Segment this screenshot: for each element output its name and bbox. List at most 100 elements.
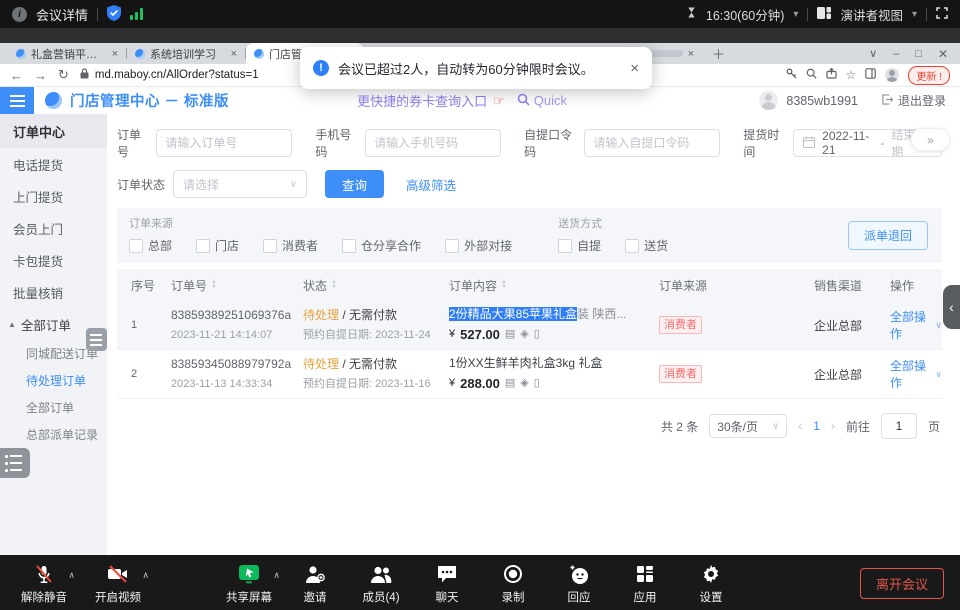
meeting-details-button[interactable]: 会议详情 [36, 5, 88, 24]
sidebar-item-card-pickup[interactable]: 卡包提货 [0, 244, 107, 276]
col-content[interactable]: 订单内容▲▼ [449, 277, 659, 294]
chevron-up-icon[interactable]: ∧ [68, 570, 75, 581]
sidebar-sub-pending-orders[interactable]: 待处理订单 [0, 367, 107, 394]
checkbox-icon[interactable] [445, 239, 459, 253]
share-screen-button[interactable]: 共享屏幕 ∧ [221, 562, 277, 605]
key-icon[interactable] [786, 68, 797, 82]
goto-page-input[interactable] [881, 413, 917, 439]
phone-icon[interactable]: ▯ [534, 326, 540, 343]
gift-box-icon[interactable]: ◈ [520, 375, 528, 392]
browser-tab[interactable]: 礼盒营销平台管理中心 × [8, 43, 126, 64]
prev-page-icon[interactable]: ‹ [798, 419, 802, 433]
settings-button[interactable]: 设置 [683, 562, 739, 605]
chat-button[interactable]: 聊天 [419, 562, 475, 605]
new-tab-button[interactable]: ＋ [702, 43, 735, 64]
browser-tab[interactable]: 系统培训学习 × [127, 43, 245, 64]
sidebar-sub-all-orders[interactable]: 全部订单 [0, 394, 107, 421]
side-panel-icon[interactable] [865, 68, 876, 82]
tab-close-icon[interactable]: × [231, 48, 237, 60]
receipt-icon[interactable]: ▤ [505, 326, 515, 343]
col-order-no[interactable]: 订单号▲▼ [171, 277, 303, 294]
sidebar-item-phone-pickup[interactable]: 电话提货 [0, 148, 107, 180]
browser-update-button[interactable]: 更新 ! [908, 66, 950, 85]
row-actions-dropdown[interactable]: 全部操作 ∨ [890, 308, 942, 342]
apps-button[interactable]: 应用 [617, 562, 673, 605]
sidebar-item-member-visit[interactable]: 会员上门 [0, 212, 107, 244]
view-mode-selector[interactable]: 演讲者视图 [840, 5, 903, 24]
tab-search-icon[interactable]: ∨ [869, 47, 877, 60]
phone-icon[interactable]: ▯ [534, 375, 540, 392]
sidebar-item-door-pickup[interactable]: 上门提货 [0, 180, 107, 212]
leave-meeting-button[interactable]: 离开会议 [860, 568, 944, 599]
current-page[interactable]: 1 [813, 419, 820, 433]
bookmark-star-icon[interactable]: ☆ [846, 68, 857, 82]
page-size-select[interactable]: 30条/页 ∨ [709, 414, 787, 438]
sidebar-drag-handle[interactable] [86, 328, 107, 351]
sort-icon[interactable]: ▲▼ [501, 280, 507, 290]
checkbox-store[interactable]: 门店 [196, 237, 239, 254]
tab-close-icon[interactable]: × [688, 48, 694, 60]
window-close-button[interactable]: ✕ [938, 47, 948, 61]
user-avatar[interactable] [759, 91, 778, 110]
checkbox-external[interactable]: 外部对接 [445, 237, 512, 254]
reactions-button[interactable]: 回应 [551, 562, 607, 605]
checkbox-icon[interactable] [263, 239, 277, 253]
sidebar-sub-hq-dispatch[interactable]: 总部派单记录 [0, 421, 107, 448]
checkbox-warehouse-share[interactable]: 仓分享合作 [342, 237, 421, 254]
checkbox-icon[interactable] [196, 239, 210, 253]
zoom-icon[interactable] [806, 68, 817, 82]
checkbox-icon[interactable] [558, 239, 572, 253]
view-caret-icon[interactable]: ▾ [912, 9, 917, 20]
members-button[interactable]: 成员(4) [353, 562, 409, 605]
col-status[interactable]: 状态▲▼ [303, 277, 449, 294]
url-field[interactable]: md.maboy.cn/AllOrder?status=1 [80, 68, 259, 82]
invite-button[interactable]: 邀请 [287, 562, 343, 605]
timer-caret-icon[interactable]: ▾ [793, 9, 798, 20]
checkbox-icon[interactable] [342, 239, 356, 253]
profile-avatar[interactable] [885, 68, 899, 82]
quick-search-button[interactable]: Quick [517, 93, 567, 109]
sort-icon[interactable]: ▲▼ [331, 280, 337, 290]
checkbox-self-pickup[interactable]: 自提 [558, 237, 601, 254]
search-button[interactable]: 查询 [325, 170, 384, 198]
collapse-filters-button[interactable]: » [911, 128, 950, 151]
chevron-up-icon[interactable]: ∧ [273, 570, 280, 581]
pickup-code-input[interactable] [584, 129, 720, 157]
floating-list-button[interactable] [0, 448, 30, 478]
record-button[interactable]: 录制 [485, 562, 541, 605]
meeting-timer[interactable]: 16:30(60分钟) [706, 5, 785, 24]
order-no-input[interactable] [156, 129, 292, 157]
checkbox-consumer[interactable]: 消费者 [263, 237, 318, 254]
fullscreen-icon[interactable] [936, 7, 948, 22]
window-maximize-button[interactable]: □ [915, 48, 922, 60]
sidebar-section-order-center[interactable]: 订单中心 [0, 114, 107, 148]
sort-icon[interactable]: ▲▼ [211, 280, 217, 290]
receipt-icon[interactable]: ▤ [505, 375, 515, 392]
reload-icon[interactable]: ↻ [58, 67, 69, 83]
checkbox-icon[interactable] [129, 239, 143, 253]
checkbox-icon[interactable] [625, 239, 639, 253]
logout-button[interactable]: 退出登录 [882, 92, 946, 109]
phone-input[interactable] [365, 129, 501, 157]
chevron-up-icon[interactable]: ∧ [142, 570, 149, 581]
tab-close-icon[interactable]: × [112, 48, 118, 60]
next-page-icon[interactable]: › [831, 419, 835, 433]
checkbox-delivery[interactable]: 送货 [625, 237, 668, 254]
start-video-button[interactable]: 开启视频 ∧ [90, 562, 146, 605]
row-actions-dropdown[interactable]: 全部操作 ∨ [890, 357, 942, 391]
gift-box-icon[interactable]: ◈ [520, 326, 528, 343]
back-icon[interactable]: ← [10, 68, 23, 83]
advanced-filter-link[interactable]: 高级筛选 [406, 175, 456, 194]
unmute-button[interactable]: 解除静音 ∧ [16, 562, 72, 605]
order-status-select[interactable]: 请选择 ∨ [173, 170, 307, 198]
banner-close-icon[interactable]: × [630, 60, 639, 77]
checkbox-hq[interactable]: 总部 [129, 237, 172, 254]
right-panel-handle[interactable]: ‹ [943, 285, 960, 329]
menu-hamburger-button[interactable] [0, 87, 34, 114]
dispatch-return-button[interactable]: 派单退回 [848, 221, 928, 250]
security-shield-icon[interactable] [107, 5, 121, 24]
share-icon[interactable] [826, 68, 837, 82]
quick-card-entry-link[interactable]: 更快捷的券卡查询入口 ☞ [357, 91, 505, 110]
sidebar-item-batch-verify[interactable]: 批量核销 [0, 276, 107, 308]
forward-icon[interactable]: → [34, 68, 47, 83]
